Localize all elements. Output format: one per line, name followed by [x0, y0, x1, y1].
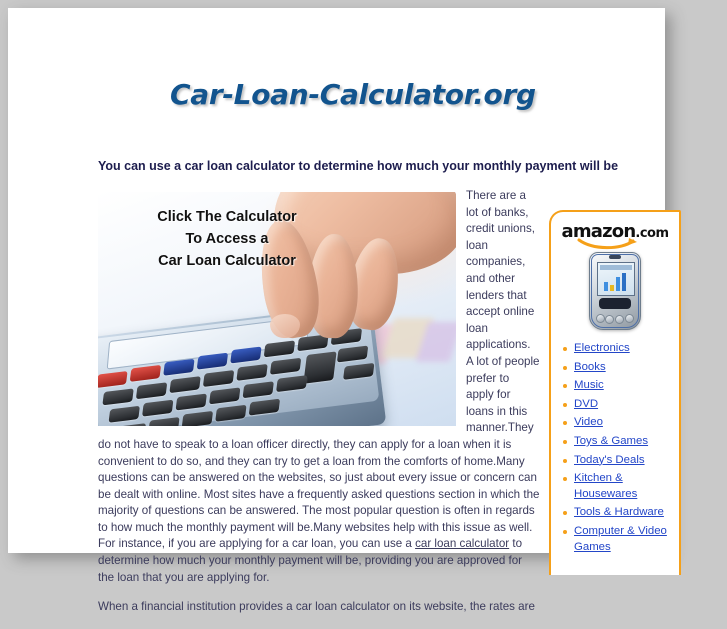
- list-item[interactable]: Toys & Games: [563, 434, 679, 450]
- amazon-link-computer-video-games[interactable]: Computer & Video Games: [574, 525, 667, 553]
- page-headline: You can use a car loan calculator to det…: [98, 159, 619, 173]
- amazon-logo[interactable]: amazon.com: [561, 223, 669, 250]
- amazon-link-music[interactable]: Music: [574, 379, 604, 391]
- amazon-link-kitchen-housewares[interactable]: Kitchen & Housewares: [574, 472, 637, 500]
- amazon-link-toys-games[interactable]: Toys & Games: [574, 435, 648, 447]
- list-item[interactable]: Video: [563, 415, 679, 431]
- amazon-sidebar: amazon.com Electronics Books Music DVD V…: [549, 210, 681, 575]
- list-item[interactable]: Tools & Hardware: [563, 505, 679, 521]
- amazon-link-electronics[interactable]: Electronics: [574, 342, 630, 354]
- list-item[interactable]: Computer & Video Games: [563, 524, 679, 555]
- amazon-link-video[interactable]: Video: [574, 416, 603, 428]
- page-content-area: Car-Loan-Calculator.org You can use a ca…: [30, 30, 681, 613]
- list-item[interactable]: Music: [563, 378, 679, 394]
- overlay-line-2: To Access a: [185, 231, 269, 247]
- amazon-link-books[interactable]: Books: [574, 361, 606, 373]
- amazon-link-todays-deals[interactable]: Today's Deals: [574, 454, 645, 466]
- list-item[interactable]: Kitchen & Housewares: [563, 471, 679, 502]
- amazon-category-list: Electronics Books Music DVD Video Toys &…: [551, 341, 679, 555]
- overlay-line-3: Car Loan Calculator: [158, 253, 296, 269]
- pda-screen: [597, 262, 635, 296]
- amazon-link-tools-hardware[interactable]: Tools & Hardware: [574, 506, 664, 518]
- calculator-photo[interactable]: Click The Calculator To Access a Car Loa…: [98, 192, 456, 426]
- pda-device-image[interactable]: [589, 252, 641, 330]
- site-title: Car-Loan-Calculator.org: [170, 78, 536, 111]
- overlay-line-1: Click The Calculator: [157, 209, 297, 225]
- list-item[interactable]: Books: [563, 360, 679, 376]
- amazon-smile-icon: [577, 238, 637, 250]
- photo-overlay-text: Click The Calculator To Access a Car Loa…: [98, 206, 356, 272]
- amazon-link-dvd[interactable]: DVD: [574, 398, 598, 410]
- article-paragraph-2: When a financial institution provides a …: [98, 600, 535, 614]
- article-body: Click The Calculator To Access a Car Loa…: [98, 188, 540, 629]
- list-item[interactable]: Today's Deals: [563, 453, 679, 469]
- amazon-wordmark-suffix: .com: [635, 226, 669, 241]
- list-item[interactable]: Electronics: [563, 341, 679, 357]
- list-item[interactable]: DVD: [563, 397, 679, 413]
- car-loan-calculator-link[interactable]: car loan calculator: [415, 537, 509, 550]
- page-shell: Car-Loan-Calculator.org You can use a ca…: [8, 8, 681, 613]
